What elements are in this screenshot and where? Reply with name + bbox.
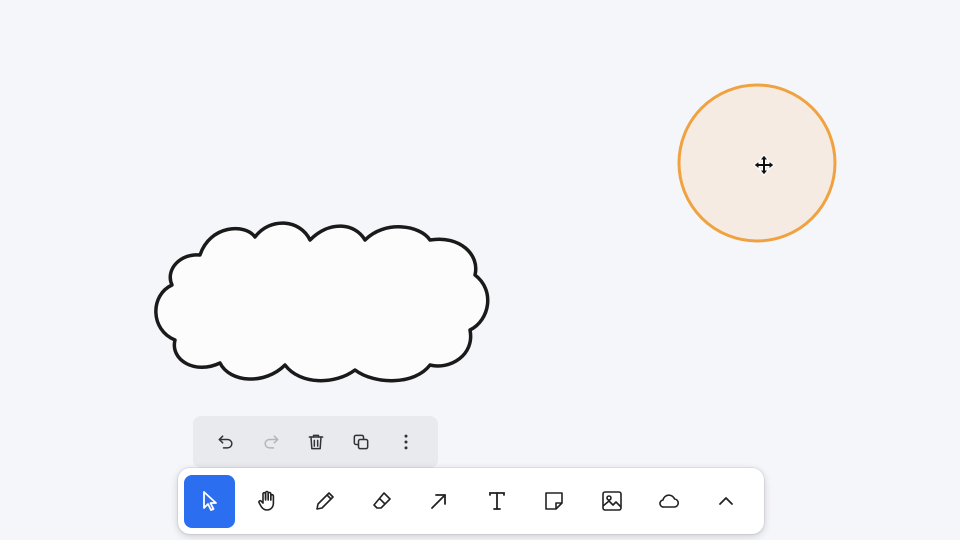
more-tools-button[interactable]	[701, 475, 752, 528]
pencil-icon	[315, 492, 334, 510]
text-icon	[488, 492, 505, 510]
selection-action-bar	[193, 416, 438, 468]
whiteboard-canvas[interactable]	[0, 0, 960, 540]
select-tool-button[interactable]	[184, 474, 236, 528]
more-options-button[interactable]	[389, 425, 423, 459]
trash-icon	[308, 434, 323, 450]
redo-button[interactable]	[254, 425, 288, 459]
main-toolbar	[178, 468, 764, 534]
image-tool-button[interactable]	[586, 475, 637, 528]
undo-button[interactable]	[209, 425, 243, 459]
draw-tool-button[interactable]	[299, 475, 350, 528]
hand-icon	[258, 490, 275, 511]
more-vertical-icon	[404, 434, 407, 450]
eraser-tool-button[interactable]	[356, 475, 407, 528]
cloud-shape[interactable]	[150, 215, 495, 390]
text-tool-button[interactable]	[471, 475, 522, 528]
delete-button[interactable]	[299, 425, 333, 459]
arrow-icon	[431, 494, 447, 509]
circle-shape[interactable]	[672, 78, 842, 248]
sticky-note-icon	[545, 492, 563, 510]
cursor-arrow-icon	[202, 491, 217, 511]
eraser-icon	[373, 492, 391, 509]
cloud-icon	[659, 494, 679, 508]
redo-icon	[263, 435, 278, 449]
cloud-outline	[154, 221, 490, 383]
arrow-tool-button[interactable]	[414, 475, 465, 528]
duplicate-button[interactable]	[344, 425, 378, 459]
note-tool-button[interactable]	[528, 475, 579, 528]
shape-tool-button[interactable]	[643, 475, 694, 528]
duplicate-icon	[353, 434, 368, 450]
image-icon	[601, 491, 622, 511]
hand-tool-button[interactable]	[241, 475, 292, 528]
chevron-up-icon	[719, 497, 734, 505]
undo-icon	[218, 435, 233, 449]
